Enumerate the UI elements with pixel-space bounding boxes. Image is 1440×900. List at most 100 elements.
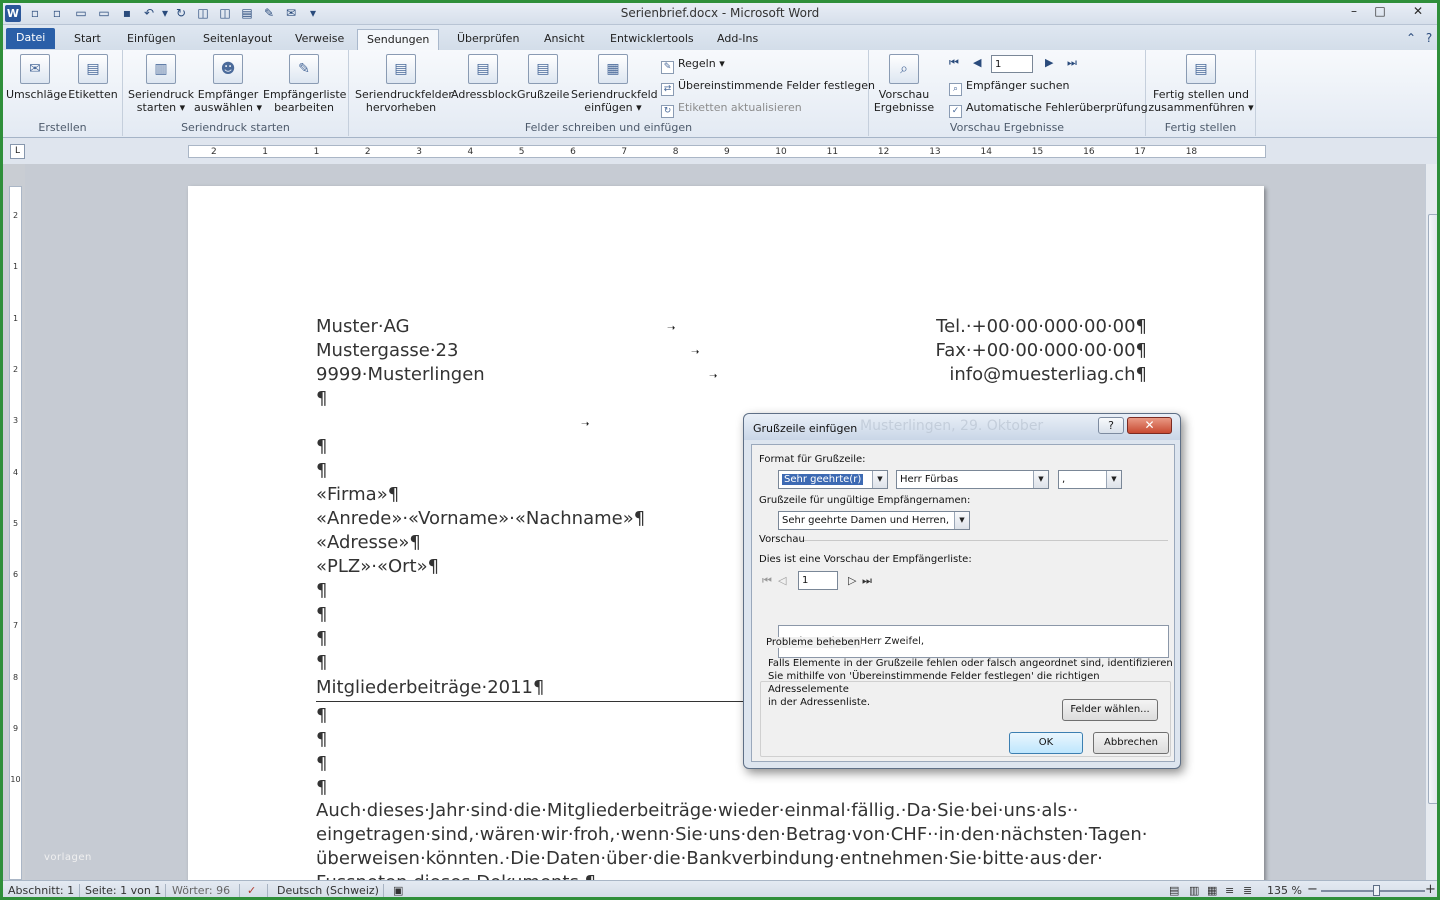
zoom-level[interactable]: 135 %	[1267, 884, 1302, 897]
watermark: vorlagen	[44, 852, 92, 863]
dialog-close-button[interactable]: ✕	[1127, 417, 1172, 434]
seriendruck-starten-button[interactable]: ▥ Seriendruck starten ▾	[127, 54, 195, 114]
full-screen-icon[interactable]: ▥	[1189, 884, 1199, 897]
proofing-icon[interactable]: ✓	[247, 884, 256, 897]
fertig-stellen-button[interactable]: ▤ Fertig stellen und zusammenführen ▾	[1148, 54, 1254, 114]
status-page[interactable]: Seite: 1 von 1	[85, 884, 161, 897]
chevron-down-icon[interactable]: ▼	[1106, 471, 1121, 488]
empfaenger-auswaehlen-button[interactable]: ☻ Empfänger auswählen ▾	[193, 54, 263, 114]
outline-icon[interactable]: ≡	[1225, 884, 1234, 897]
vertical-ruler[interactable]: 2 1 1 2 3 4 5 6 7 8 9 10	[9, 186, 22, 880]
invalid-names-select[interactable]: Sehr geehrte Damen und Herren, ▼	[778, 511, 970, 530]
body-line: Auch·dieses·Jahr·sind·die·Mitgliederbeit…	[316, 800, 1079, 821]
dialog-help-button[interactable]: ?	[1098, 417, 1124, 434]
divider	[79, 884, 80, 897]
dialog-title-bar[interactable]: Musterlingen, 29. Oktober Grußzeile einf…	[744, 414, 1180, 440]
status-language[interactable]: Deutsch (Schweiz)	[277, 884, 379, 897]
zoom-slider-handle[interactable]	[1373, 885, 1380, 896]
ruler-tick-label: 18	[1185, 147, 1198, 157]
horizontal-ruler[interactable]: 2 1 1 2 3 4 5 6 7 8 9 10 11 12 13 14 15 16 17 18	[188, 145, 1266, 158]
macro-record-icon[interactable]: ▣	[393, 884, 403, 897]
regeln-button[interactable]: ✎ Regeln ▾	[661, 57, 725, 74]
group-label: Erstellen	[38, 121, 87, 134]
zoom-out-button[interactable]: −	[1307, 882, 1318, 897]
etiketten-button[interactable]: ▤ Etiketten	[67, 54, 119, 101]
fehlerueberpruefung-button[interactable]: ✓ Automatische Fehlerüberprüfung	[949, 101, 1148, 118]
chevron-down-icon[interactable]: ▼	[1033, 471, 1048, 488]
uebereinstimmende-felder-button[interactable]: ⇄ Übereinstimmende Felder festlegen	[661, 79, 875, 96]
tab-seitenlayout[interactable]: Seitenlayout	[194, 29, 281, 50]
vorschau-ergebnisse-button[interactable]: ⌕ Vorschau Ergebnisse	[871, 54, 937, 114]
scroll-thumb[interactable]	[1428, 214, 1437, 804]
ruler-tick-label: 11	[826, 147, 839, 157]
dialog-body: Format für Grußzeile: Sehr geehrte(r) ▼ …	[751, 444, 1175, 762]
grusszeile-button[interactable]: ▤ Grußzeile	[517, 54, 569, 101]
update-labels-icon: ↻	[661, 105, 674, 118]
last-record-icon[interactable]: ⏭	[862, 574, 872, 588]
close-window-button[interactable]: ✕	[1405, 3, 1431, 21]
tab-ueberpruefen[interactable]: Überprüfen	[448, 29, 528, 50]
next-record-icon[interactable]: ▷	[848, 574, 856, 587]
help-icon[interactable]: ?	[1421, 31, 1437, 46]
minimize-button[interactable]: –	[1341, 3, 1367, 21]
ruler-tick-label: 5	[518, 147, 525, 157]
ruler-tick-label: 10	[10, 775, 21, 785]
insert-field-icon: ▦	[598, 54, 628, 84]
salutation-select[interactable]: Sehr geehrte(r) ▼	[778, 470, 888, 489]
adressblock-button[interactable]: ▤ Adressblock	[451, 54, 517, 101]
tab-datei[interactable]: Datei	[6, 28, 56, 49]
title-bar: W ▫ ▫ ▭ ▭ ▪ ↶ ▾ ↻ ◫ ◫ ▤ ✎ ✉ ▾ Serienbrie…	[3, 3, 1437, 25]
sender-line: 9999·Musterlingen	[316, 364, 485, 385]
merge-field-line: «Anrede»·«Vorname»·«Nachname»¶	[316, 508, 646, 529]
chevron-down-icon[interactable]: ▼	[954, 512, 969, 529]
previous-record-icon[interactable]: ◀	[973, 56, 981, 69]
tab-selector-icon[interactable]: L	[10, 144, 25, 159]
status-section[interactable]: Abschnitt: 1	[8, 884, 74, 897]
ruler-tick-label: 7	[621, 147, 628, 157]
edit-list-icon: ✎	[289, 54, 319, 84]
maximize-button[interactable]: □	[1367, 3, 1393, 21]
empfaengerliste-bearbeiten-button[interactable]: ✎ Empfängerliste bearbeiten	[263, 54, 346, 114]
umschlaege-button[interactable]: ✉ Umschläge	[6, 54, 67, 101]
seriendruckfeld-einfuegen-button[interactable]: ▦ Seriendruckfeld einfügen ▾	[571, 54, 658, 114]
punctuation-select[interactable]: , ▼	[1058, 470, 1122, 489]
tab-start[interactable]: Start	[65, 29, 110, 50]
last-record-icon[interactable]: ⏭	[1067, 56, 1077, 70]
merge-field-line: «PLZ»·«Ort»¶	[316, 556, 440, 577]
collapse-ribbon-icon[interactable]: ⌃	[1403, 31, 1419, 46]
web-layout-icon[interactable]: ▦	[1207, 884, 1217, 897]
cancel-button[interactable]: Abbrechen	[1093, 732, 1169, 754]
name-format-select[interactable]: Herr Fürbas ▼	[896, 470, 1049, 489]
tab-entwicklertools[interactable]: Entwicklertools	[601, 29, 703, 50]
seriendruckfelder-hervorheben-button[interactable]: ▤ Seriendruckfelder hervorheben	[355, 54, 453, 114]
print-layout-icon[interactable]: ▤	[1169, 884, 1179, 897]
ruler-tick-label: 1	[12, 313, 19, 323]
ruler-tick-label: 14	[980, 147, 992, 157]
labels-icon: ▤	[78, 54, 108, 84]
first-record-icon[interactable]: ⏮	[949, 56, 959, 70]
invalid-names-value: Sehr geehrte Damen und Herren,	[782, 515, 950, 526]
ok-button[interactable]: OK	[1009, 732, 1083, 754]
ribbon-tabs: Datei Start Einfügen Seitenlayout Verwei…	[3, 25, 1437, 50]
ruler-tick-label: 4	[467, 147, 474, 157]
ruler-tick-label: 16	[1083, 147, 1095, 157]
pilcrow: ¶	[316, 753, 328, 774]
next-record-icon[interactable]: ▶	[1045, 56, 1053, 69]
tab-sendungen[interactable]: Sendungen	[357, 29, 440, 50]
zoom-in-button[interactable]: +	[1425, 882, 1436, 897]
tab-ansicht[interactable]: Ansicht	[535, 29, 594, 50]
record-number-input[interactable]: 1	[991, 55, 1033, 73]
felder-waehlen-button[interactable]: Felder wählen...	[1062, 699, 1158, 721]
etiketten-aktualisieren-button[interactable]: ↻ Etiketten aktualisieren	[661, 101, 802, 118]
vertical-scrollbar[interactable]	[1425, 164, 1437, 880]
tab-add-ins[interactable]: Add-Ins	[708, 29, 767, 50]
tab-verweise[interactable]: Verweise	[286, 29, 353, 50]
draft-icon[interactable]: ≣	[1243, 884, 1252, 897]
status-words[interactable]: Wörter: 96	[172, 884, 230, 897]
chevron-down-icon[interactable]: ▼	[872, 471, 887, 488]
group-label: Felder schreiben und einfügen	[524, 121, 693, 134]
empfaenger-suchen-button[interactable]: ⌕ Empfänger suchen	[949, 79, 1069, 96]
tab-einfuegen[interactable]: Einfügen	[118, 29, 185, 50]
preview-record-input[interactable]: 1	[798, 571, 838, 590]
dialog-title: Grußzeile einfügen	[753, 422, 858, 435]
